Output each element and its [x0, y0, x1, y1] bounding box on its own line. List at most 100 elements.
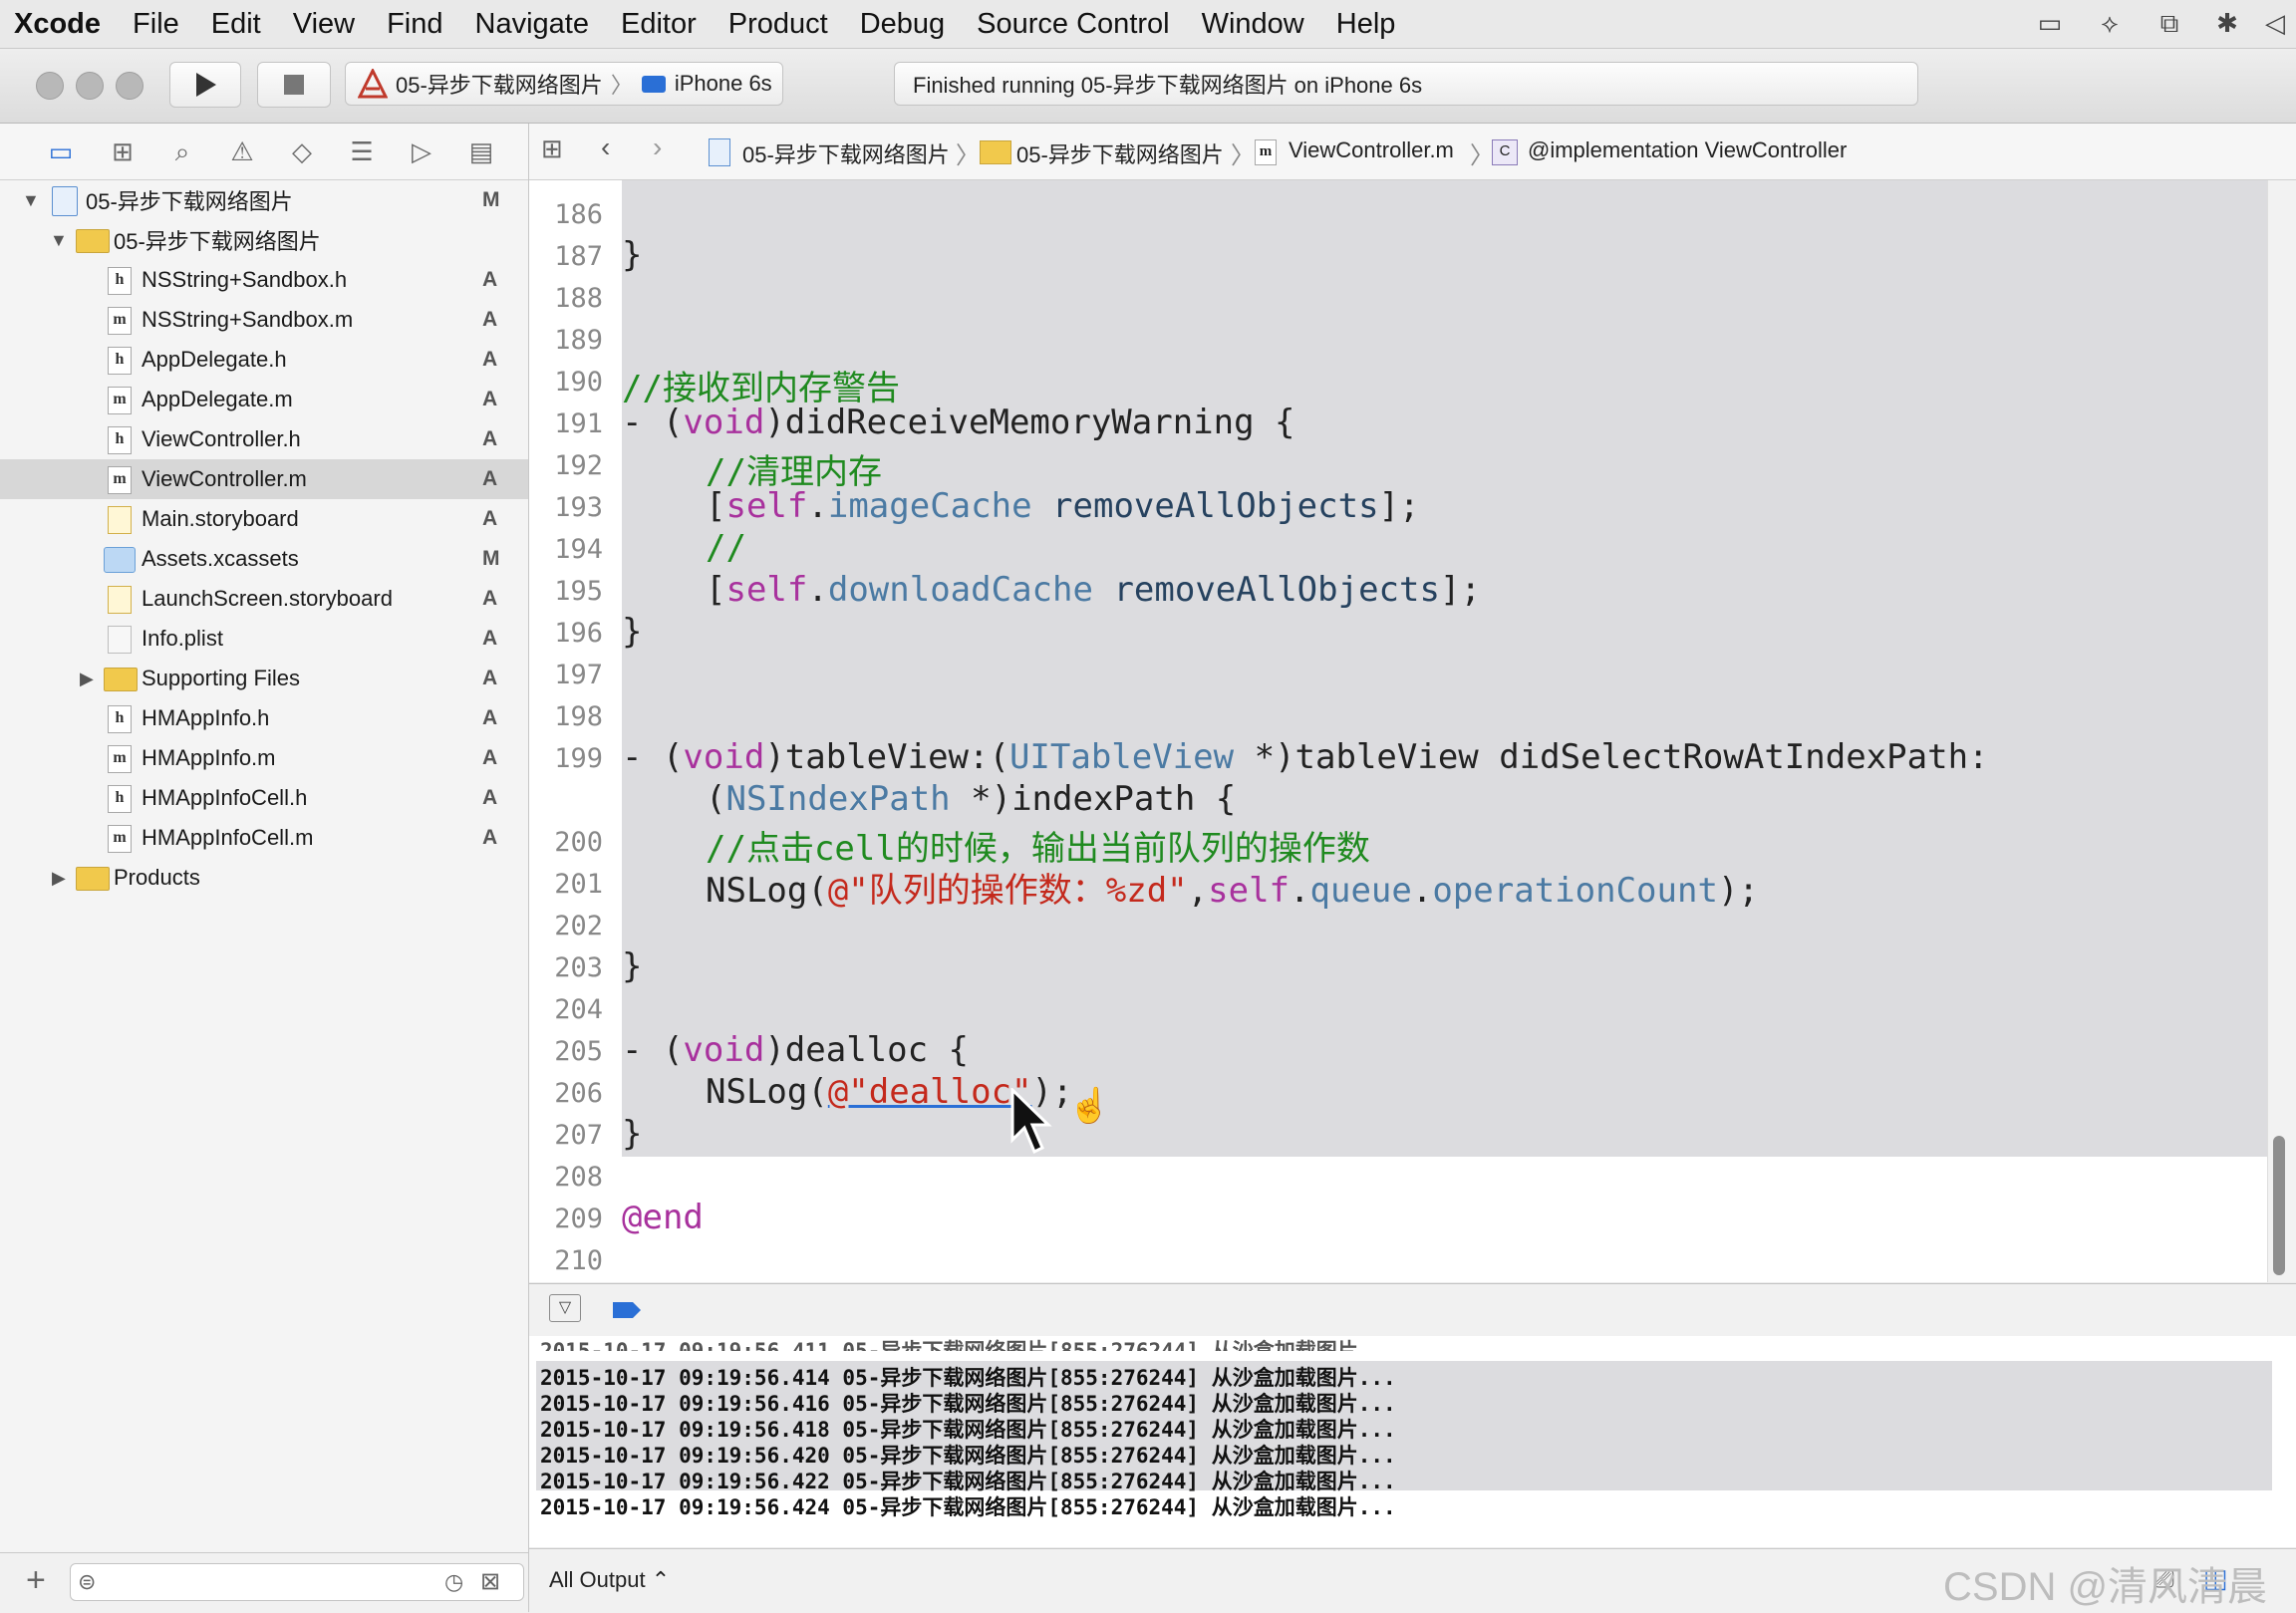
xcassets-icon [104, 547, 136, 573]
nav-item-file[interactable]: h NSString+Sandbox.h A [0, 260, 528, 300]
nav-item-group[interactable]: ▶ Supporting Files A [0, 659, 528, 698]
navigator-filter-bar: + ⊜ ◷ ⊠ [0, 1552, 528, 1613]
menu-editor[interactable]: Editor [605, 8, 713, 41]
scrollbar-thumb[interactable] [2273, 1136, 2285, 1275]
code-type: NSIndexPath [725, 779, 951, 819]
nav-item-label: AppDelegate.m [142, 387, 293, 411]
breadcrumb-symbol[interactable]: @implementation ViewController [1528, 137, 1847, 163]
scm-badge: A [482, 427, 498, 450]
scm-badge: M [482, 547, 500, 570]
nav-item-file[interactable]: m AppDelegate.m A [0, 380, 528, 419]
menu-source-control[interactable]: Source Control [961, 8, 1185, 41]
menu-debug[interactable]: Debug [844, 8, 961, 41]
related-items-grid-icon[interactable]: ⊞ [541, 134, 563, 164]
header-file-icon: h [108, 785, 132, 813]
breadcrumb-project[interactable]: 05-异步下载网络图片 [742, 137, 950, 169]
nav-item-file[interactable]: h HMAppInfo.h A [0, 698, 528, 738]
notification-icon[interactable]: ◁ [2258, 8, 2292, 38]
nav-item-file[interactable]: m HMAppInfo.m A [0, 738, 528, 778]
scheme-name: 05-异步下载网络图片 [396, 73, 603, 98]
code-token: ]; [1439, 570, 1481, 610]
scheme-selector[interactable]: 05-异步下载网络图片 〉 iPhone 6s [345, 62, 783, 106]
display-icon[interactable]: ⧉ [2152, 8, 2186, 38]
storyboard-icon [108, 586, 132, 614]
implementation-file-icon: m [108, 745, 132, 773]
code-token: , [1187, 871, 1209, 911]
code-token: ]; [1378, 486, 1420, 526]
menu-edit[interactable]: Edit [195, 8, 277, 41]
menu-find[interactable]: Find [371, 8, 458, 41]
back-chevron-icon[interactable]: ‹ [601, 132, 610, 163]
report-navigator-icon[interactable]: ▤ [464, 135, 498, 167]
nav-item-file[interactable]: Assets.xcassets M [0, 539, 528, 579]
screen-record-icon[interactable]: ▭ [2033, 8, 2067, 38]
nav-item-file[interactable]: m HMAppInfoCell.m A [0, 818, 528, 858]
search-icon[interactable]: ⌕ [165, 135, 199, 167]
code-string: @"队列的操作数：%zd" [827, 871, 1188, 911]
test-diamond-icon[interactable]: ◇ [285, 135, 319, 167]
bluetooth-icon[interactable]: ✱ [2210, 8, 2244, 38]
hide-debug-area-icon[interactable]: ▽ [549, 1294, 581, 1322]
menu-window[interactable]: Window [1186, 8, 1320, 41]
disclosure-closed-icon[interactable]: ▶ [80, 669, 94, 689]
code-token: . [1411, 871, 1433, 911]
editor-vertical-scrollbar[interactable] [2267, 180, 2296, 1282]
run-button[interactable] [169, 62, 241, 108]
nav-item-file[interactable]: m NSString+Sandbox.m A [0, 300, 528, 340]
window-close-button[interactable] [36, 72, 64, 100]
nav-item-file[interactable]: LaunchScreen.storyboard A [0, 579, 528, 619]
code-token: ( [706, 779, 726, 819]
nav-item-project[interactable]: ▼ 05-异步下载网络图片 M [0, 180, 528, 220]
header-file-icon: h [108, 267, 132, 295]
stop-button[interactable] [257, 62, 331, 108]
breakpoints-toggle-icon[interactable] [611, 1300, 643, 1320]
line-number: 189 [554, 325, 603, 356]
menu-help[interactable]: Help [1320, 8, 1412, 41]
nav-item-file[interactable]: Main.storyboard A [0, 499, 528, 539]
menu-navigate[interactable]: Navigate [459, 8, 605, 41]
output-selector[interactable]: All Output ⌃ [549, 1567, 670, 1593]
breakpoint-icon[interactable]: ▷ [405, 135, 438, 167]
nav-item-file[interactable]: h HMAppInfoCell.h A [0, 778, 528, 818]
scm-filter-icon[interactable]: ⊠ [480, 1567, 500, 1596]
menu-app-xcode[interactable]: Xcode [0, 8, 117, 41]
nav-item-group[interactable]: ▼ 05-异步下载网络图片 [0, 220, 528, 260]
window-zoom-button[interactable] [116, 72, 144, 100]
symbol-navigator-icon[interactable]: ⊞ [106, 135, 140, 167]
code-string-link[interactable]: @"dealloc" [828, 1072, 1032, 1112]
debug-navigator-icon[interactable]: ☰ [345, 135, 379, 167]
nav-item-file[interactable]: h AppDelegate.h A [0, 340, 528, 380]
menu-file[interactable]: File [117, 8, 195, 41]
header-file-icon: h [108, 705, 132, 733]
line-number: 195 [554, 576, 603, 607]
project-navigator-folder-icon[interactable]: ▭ [44, 135, 78, 167]
code-method: removeAllObjects [1113, 570, 1440, 610]
warning-icon[interactable]: ⚠ [225, 135, 259, 167]
scm-badge: A [482, 308, 498, 331]
breadcrumb-separator-icon: 〉 [956, 142, 980, 169]
code-token: *)tableView didSelectRowAtIndexPath: [1234, 737, 1989, 777]
forward-chevron-icon[interactable]: › [653, 132, 662, 163]
nav-item-file[interactable]: Info.plist A [0, 619, 528, 659]
breadcrumb-file[interactable]: ViewController.m [1289, 137, 1454, 163]
nav-item-group[interactable]: ▶ Products [0, 858, 528, 898]
code-token: NSLog( [706, 871, 828, 911]
add-icon[interactable]: + [26, 1561, 46, 1600]
breadcrumb-group[interactable]: 05-异步下载网络图片 [1016, 137, 1224, 169]
disclosure-open-icon[interactable]: ▼ [50, 230, 68, 251]
disclosure-open-icon[interactable]: ▼ [22, 190, 40, 211]
menu-product[interactable]: Product [713, 8, 844, 41]
code-token: [ [706, 570, 726, 610]
nav-item-file[interactable]: h ViewController.h A [0, 419, 528, 459]
code-keyword: @end [622, 1198, 704, 1237]
menu-view[interactable]: View [277, 8, 371, 41]
network-icon[interactable]: ⟡ [2093, 8, 2127, 38]
scm-badge: A [482, 627, 498, 650]
nav-item-label: AppDelegate.h [142, 347, 287, 372]
disclosure-closed-icon[interactable]: ▶ [52, 868, 66, 889]
window-minimize-button[interactable] [76, 72, 104, 100]
recent-files-clock-icon[interactable]: ◷ [444, 1569, 463, 1595]
code-token: . [807, 486, 828, 526]
nav-item-file-selected[interactable]: m ViewController.m A [0, 459, 528, 499]
